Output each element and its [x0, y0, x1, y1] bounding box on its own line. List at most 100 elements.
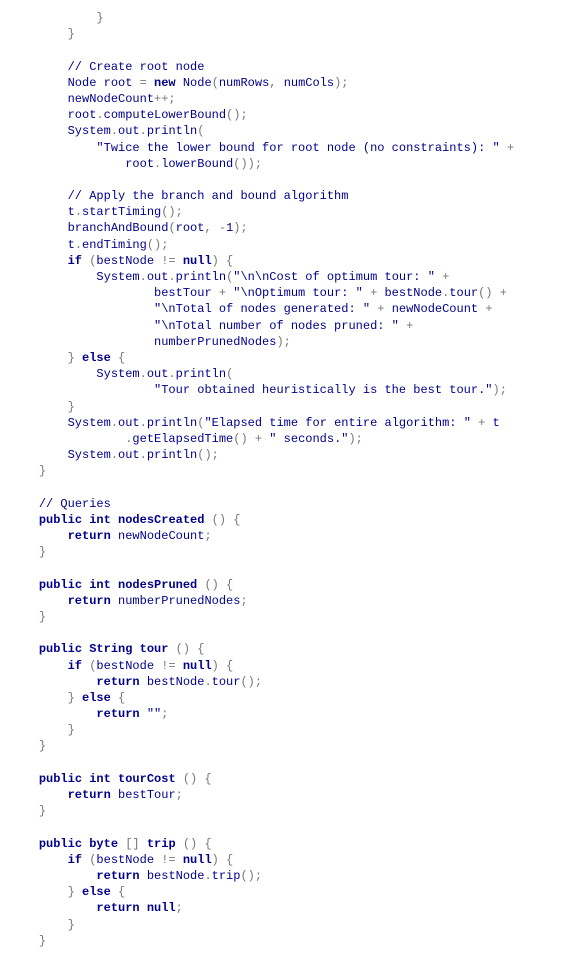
code-line: } — [10, 399, 551, 415]
token: + — [219, 286, 233, 300]
token: null — [183, 853, 212, 867]
token: (); — [226, 108, 248, 122]
token: () { — [176, 642, 205, 656]
code-line: } else { — [10, 884, 551, 900]
code-line: } else { — [10, 690, 551, 706]
code-line: return bestNode.tour(); — [10, 674, 551, 690]
token: else — [82, 885, 118, 899]
code-line: public byte [] trip () { — [10, 836, 551, 852]
token: . — [140, 416, 147, 430]
code-line: } else { — [10, 350, 551, 366]
token: + — [406, 319, 413, 333]
token: else — [82, 691, 118, 705]
token: () { — [183, 772, 212, 786]
code-line: "Twice the lower bound for root node (no… — [10, 140, 551, 156]
code-line: t.endTiming(); — [10, 237, 551, 253]
token: . — [111, 416, 118, 430]
token: } — [39, 464, 46, 478]
token: computeLowerBound — [104, 108, 226, 122]
token: "Tour obtained heuristically is the best… — [154, 383, 492, 397]
code-line: "\nTotal of nodes generated: " + newNode… — [10, 301, 551, 317]
token: ( — [212, 76, 219, 90]
code-line: // Apply the branch and bound algorithm — [10, 188, 551, 204]
token: () + — [478, 286, 507, 300]
token: bestNode — [147, 675, 205, 689]
token: null — [183, 659, 212, 673]
token: numRows — [219, 76, 269, 90]
token: System — [68, 416, 111, 430]
code-line: .getElapsedTime() + " seconds."); — [10, 431, 551, 447]
token: != — [161, 659, 183, 673]
code-block: } } // Create root node Node root = new … — [10, 10, 551, 949]
code-line: System.out.println("\n\nCost of optimum … — [10, 269, 551, 285]
token: } — [39, 545, 46, 559]
token: newNodeCount — [68, 92, 154, 106]
token: } — [39, 934, 46, 948]
token: . — [75, 238, 82, 252]
token: [] — [125, 837, 147, 851]
code-line: "\nTotal number of nodes pruned: " + — [10, 318, 551, 334]
token: } — [39, 610, 46, 624]
code-line: } — [10, 738, 551, 754]
token: Node root — [68, 76, 140, 90]
token: . — [111, 448, 118, 462]
token: (); — [240, 675, 262, 689]
token: if — [68, 659, 90, 673]
token: ()); — [233, 157, 262, 171]
code-line: } — [10, 463, 551, 479]
code-line: return null; — [10, 900, 551, 916]
token: root — [68, 108, 97, 122]
token: ( — [168, 221, 175, 235]
code-line: newNodeCount++; — [10, 91, 551, 107]
token: t — [68, 205, 75, 219]
token: + — [507, 141, 514, 155]
token: out — [118, 416, 140, 430]
token: . — [96, 108, 103, 122]
token: { — [118, 691, 125, 705]
token: () { — [183, 837, 212, 851]
token: } — [39, 804, 46, 818]
code-line: return bestTour; — [10, 787, 551, 803]
token: root — [176, 221, 205, 235]
token: getElapsedTime — [132, 432, 233, 446]
token: else — [82, 351, 118, 365]
token: return null — [96, 901, 175, 915]
token: (); — [161, 205, 183, 219]
code-line: if (bestNode != null) { — [10, 852, 551, 868]
code-line: public String tour () { — [10, 641, 551, 657]
token: Node — [183, 76, 212, 90]
token: tour — [449, 286, 478, 300]
token: () { — [204, 578, 233, 592]
code-line: return numberPrunedNodes; — [10, 593, 551, 609]
token: String — [89, 642, 139, 656]
token: } — [68, 351, 82, 365]
token: ; — [240, 594, 247, 608]
code-line: } — [10, 933, 551, 949]
token: () + — [233, 432, 269, 446]
token: "Twice the lower bound for root node (no… — [96, 141, 506, 155]
token: . — [75, 205, 82, 219]
token: System — [68, 124, 111, 138]
token: tour — [212, 675, 241, 689]
token: // Apply the branch and bound algorithm — [68, 189, 349, 203]
token: ) { — [212, 659, 234, 673]
token: ); — [348, 432, 362, 446]
code-line: System.out.println( — [10, 123, 551, 139]
token: println — [176, 270, 226, 284]
token: bestNode — [147, 869, 205, 883]
token: bestNode — [96, 659, 161, 673]
token: newNodeCount — [118, 529, 204, 543]
token: ( — [226, 367, 233, 381]
token: ) { — [212, 254, 234, 268]
token: = — [140, 76, 154, 90]
token: "\nTotal of nodes generated: " — [154, 302, 377, 316]
token: (); — [240, 869, 262, 883]
code-line — [10, 172, 551, 188]
code-line: numberPrunedNodes); — [10, 334, 551, 350]
code-line — [10, 42, 551, 58]
token: ; — [176, 901, 183, 915]
code-line — [10, 479, 551, 495]
code-line: "Tour obtained heuristically is the best… — [10, 382, 551, 398]
code-line: } — [10, 803, 551, 819]
token: ; — [161, 707, 168, 721]
